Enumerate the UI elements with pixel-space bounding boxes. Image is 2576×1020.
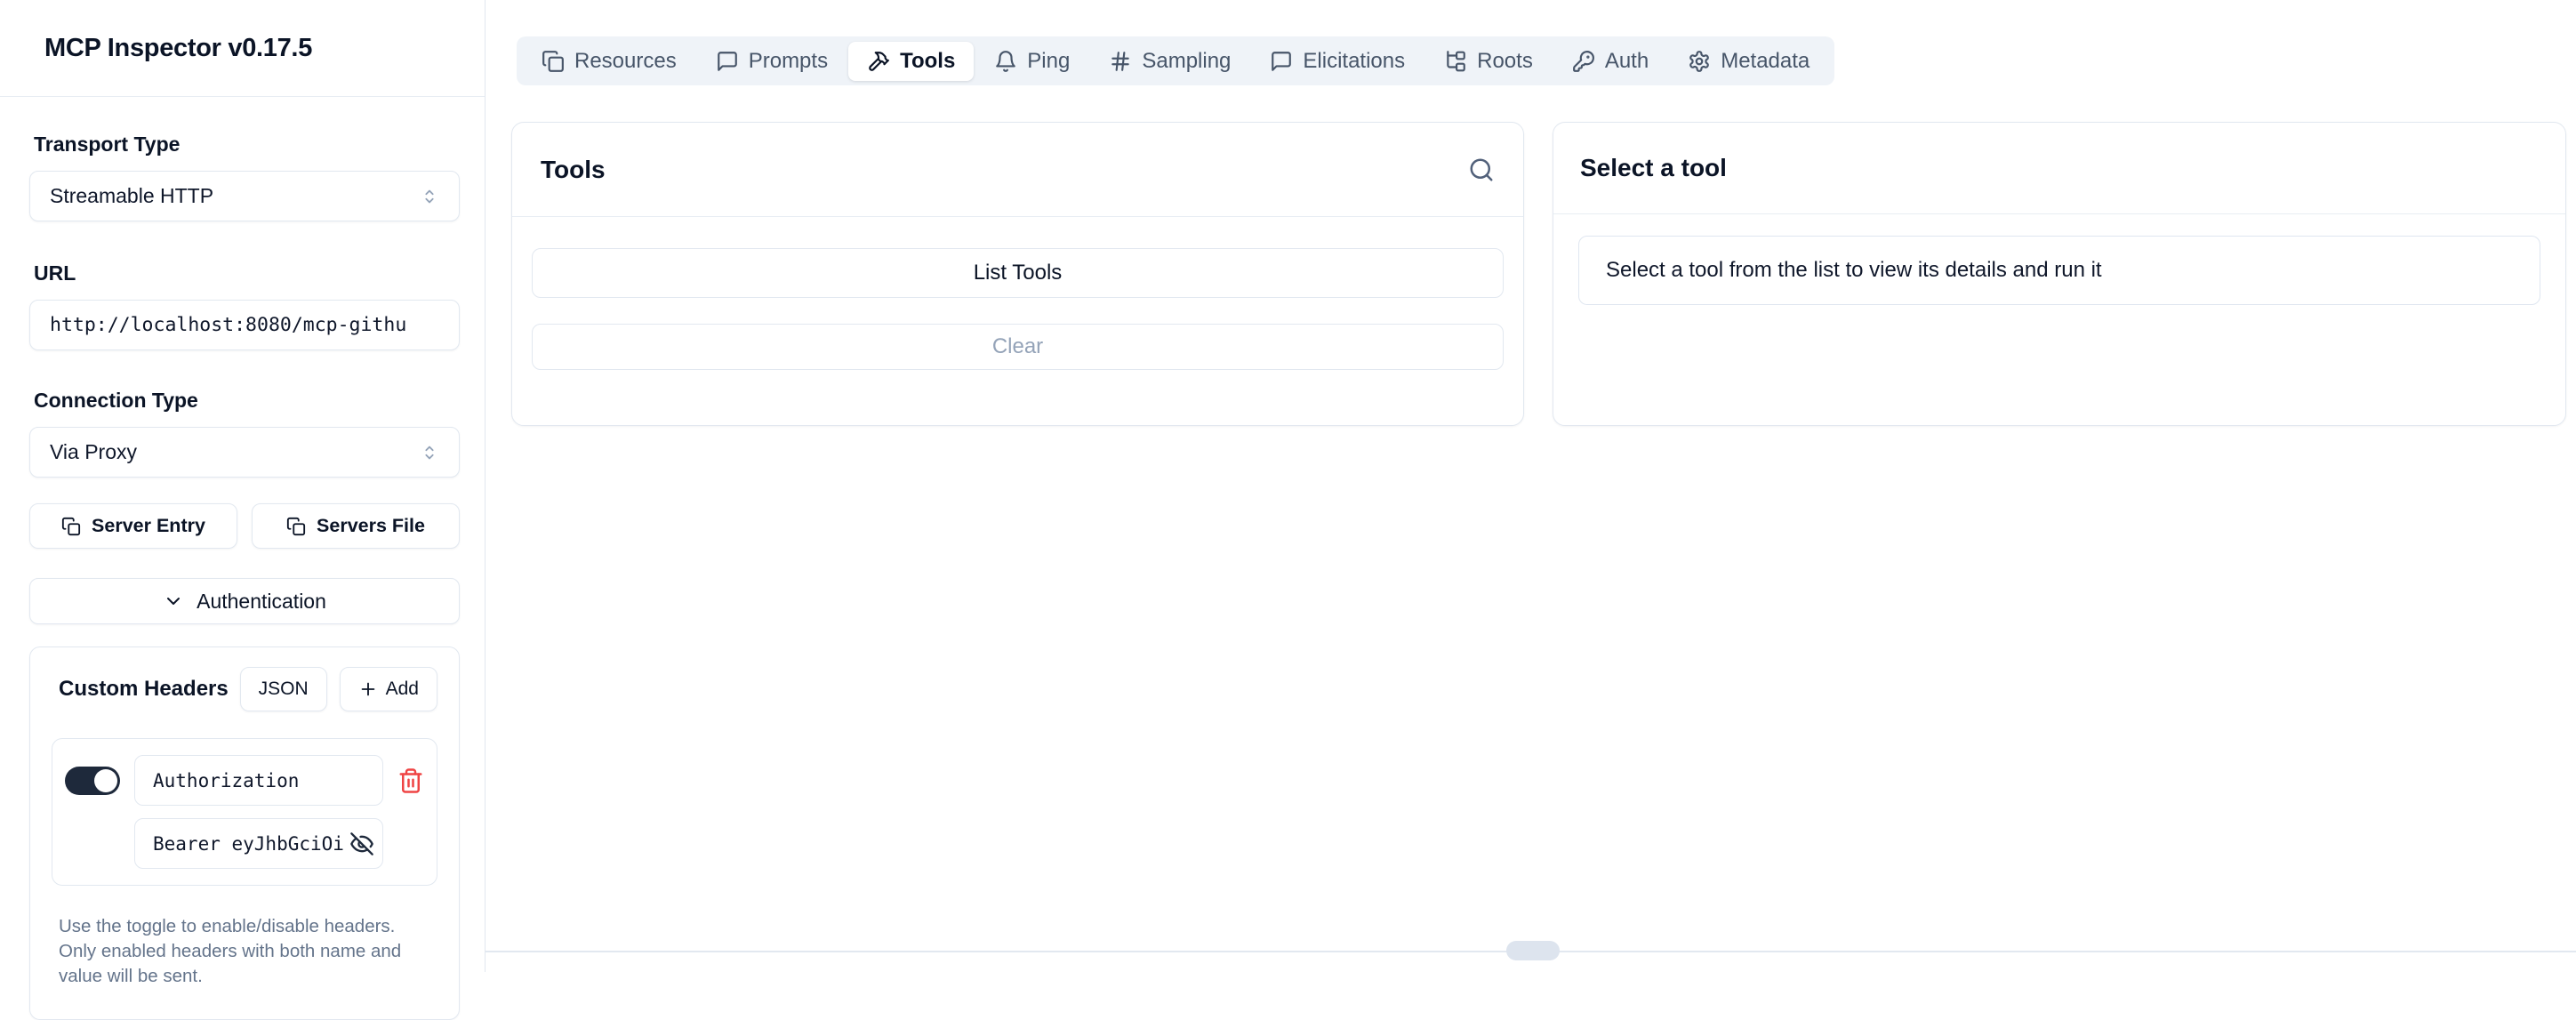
tab-label: Roots [1477,49,1533,74]
url-input[interactable] [29,300,460,350]
tab-prompts[interactable]: Prompts [697,42,847,81]
tab-resources[interactable]: Resources [523,42,695,81]
tab-label: Resources [574,49,677,74]
tab-label: Ping [1027,49,1070,74]
connection-type-value: Via Proxy [50,440,137,464]
tab-elicitations[interactable]: Elicitations [1251,42,1424,81]
header-row [52,738,437,886]
hash-icon [1109,50,1132,73]
transport-type-select[interactable]: Streamable HTTP [29,171,460,221]
eye-off-icon[interactable] [349,831,374,856]
tab-label: Sampling [1142,49,1231,74]
settings-icon [1688,50,1711,73]
sidebar: MCP Inspector v0.17.5 Transport Type Str… [0,0,486,972]
header-value-input[interactable] [134,818,383,869]
connection-type-label: Connection Type [34,389,460,413]
tools-panel: Tools List Tools Clear [511,122,1524,426]
toggle-knob [94,769,117,792]
tab-metadata[interactable]: Metadata [1669,42,1828,81]
chevron-down-icon [163,590,184,612]
tools-panel-title: Tools [541,156,606,184]
tab-auth[interactable]: Auth [1553,42,1667,81]
authentication-toggle-button[interactable]: Authentication [29,578,460,624]
list-tools-button[interactable]: List Tools [532,248,1504,298]
tab-sampling[interactable]: Sampling [1090,42,1249,81]
header-name-input[interactable] [134,755,383,806]
server-entry-button[interactable]: Server Entry [29,503,237,549]
json-button-label: JSON [259,679,309,700]
add-header-button[interactable]: Add [340,667,437,711]
servers-file-button[interactable]: Servers File [252,503,460,549]
chevrons-up-down-icon [420,443,439,462]
add-button-label: Add [386,679,419,700]
transport-type-value: Streamable HTTP [50,184,213,208]
message-square-icon [1270,50,1293,73]
tab-label: Metadata [1721,49,1810,74]
copy-icon [286,517,306,536]
trash-icon[interactable] [397,767,424,794]
tool-detail-panel: Select a tool Select a tool from the lis… [1553,122,2566,426]
server-entry-label: Server Entry [92,515,205,537]
folder-tree-icon [1444,50,1467,73]
detail-panel-title: Select a tool [1580,154,1727,182]
hammer-icon [867,50,890,73]
url-label: URL [34,261,460,285]
bottom-panel-drag-handle[interactable] [1506,941,1560,960]
servers-file-label: Servers File [317,515,425,537]
chevrons-up-down-icon [420,187,439,206]
search-icon[interactable] [1468,157,1495,183]
authentication-label: Authentication [197,590,326,614]
bell-icon [994,50,1017,73]
connection-type-select[interactable]: Via Proxy [29,427,460,478]
tab-label: Elicitations [1303,49,1405,74]
clear-button[interactable]: Clear [532,324,1504,370]
files-icon [542,50,565,73]
key-icon [1572,50,1595,73]
tab-roots[interactable]: Roots [1425,42,1552,81]
transport-type-label: Transport Type [34,133,460,157]
header-enabled-toggle[interactable] [65,767,120,795]
headers-help-text: Use the toggle to enable/disable headers… [59,914,414,989]
message-square-icon [716,50,739,73]
tab-bar: Resources Prompts Tools Ping Sampling [517,36,1834,85]
tab-label: Auth [1605,49,1649,74]
tab-ping[interactable]: Ping [975,42,1088,81]
app-title: MCP Inspector v0.17.5 [44,34,312,63]
custom-headers-card: Custom Headers JSON Add [29,647,460,1020]
sidebar-header: MCP Inspector v0.17.5 [0,0,485,97]
empty-state-box: Select a tool from the list to view its … [1578,236,2540,305]
custom-headers-title: Custom Headers [59,677,229,702]
plus-icon [358,679,378,699]
copy-icon [61,517,81,536]
json-view-button[interactable]: JSON [240,667,327,711]
empty-state-message: Select a tool from the list to view its … [1606,258,2102,283]
sidebar-body: Transport Type Streamable HTTP URL Conne… [0,97,485,1020]
tab-label: Prompts [749,49,828,74]
tab-tools[interactable]: Tools [848,42,974,81]
tab-label: Tools [900,49,955,74]
